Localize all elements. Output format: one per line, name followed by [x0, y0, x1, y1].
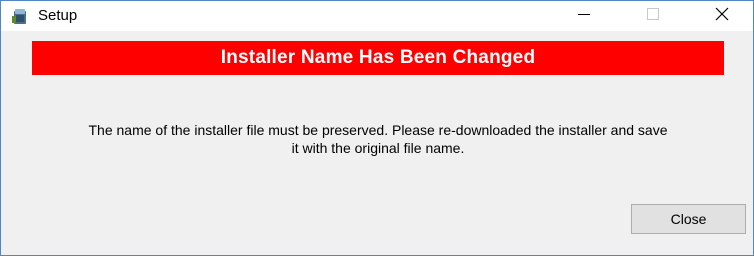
maximize-button[interactable] [630, 1, 676, 31]
setup-dialog: Setup Installer Name Has Been Changed Th… [0, 0, 754, 256]
message-line-2: it with the original file name. [291, 140, 465, 156]
close-window-button[interactable] [699, 1, 745, 31]
close-icon [715, 7, 729, 26]
message-line-1: The name of the installer file must be p… [88, 122, 668, 138]
error-message: The name of the installer file must be p… [21, 121, 735, 157]
title-bar[interactable]: Setup [1, 1, 753, 31]
close-button[interactable]: Close [631, 204, 746, 234]
window-title: Setup [38, 7, 78, 24]
setup-icon [11, 7, 29, 25]
minimize-button[interactable] [561, 1, 607, 31]
minimize-icon [578, 7, 590, 25]
maximize-icon [647, 7, 659, 25]
error-banner: Installer Name Has Been Changed [32, 41, 724, 75]
